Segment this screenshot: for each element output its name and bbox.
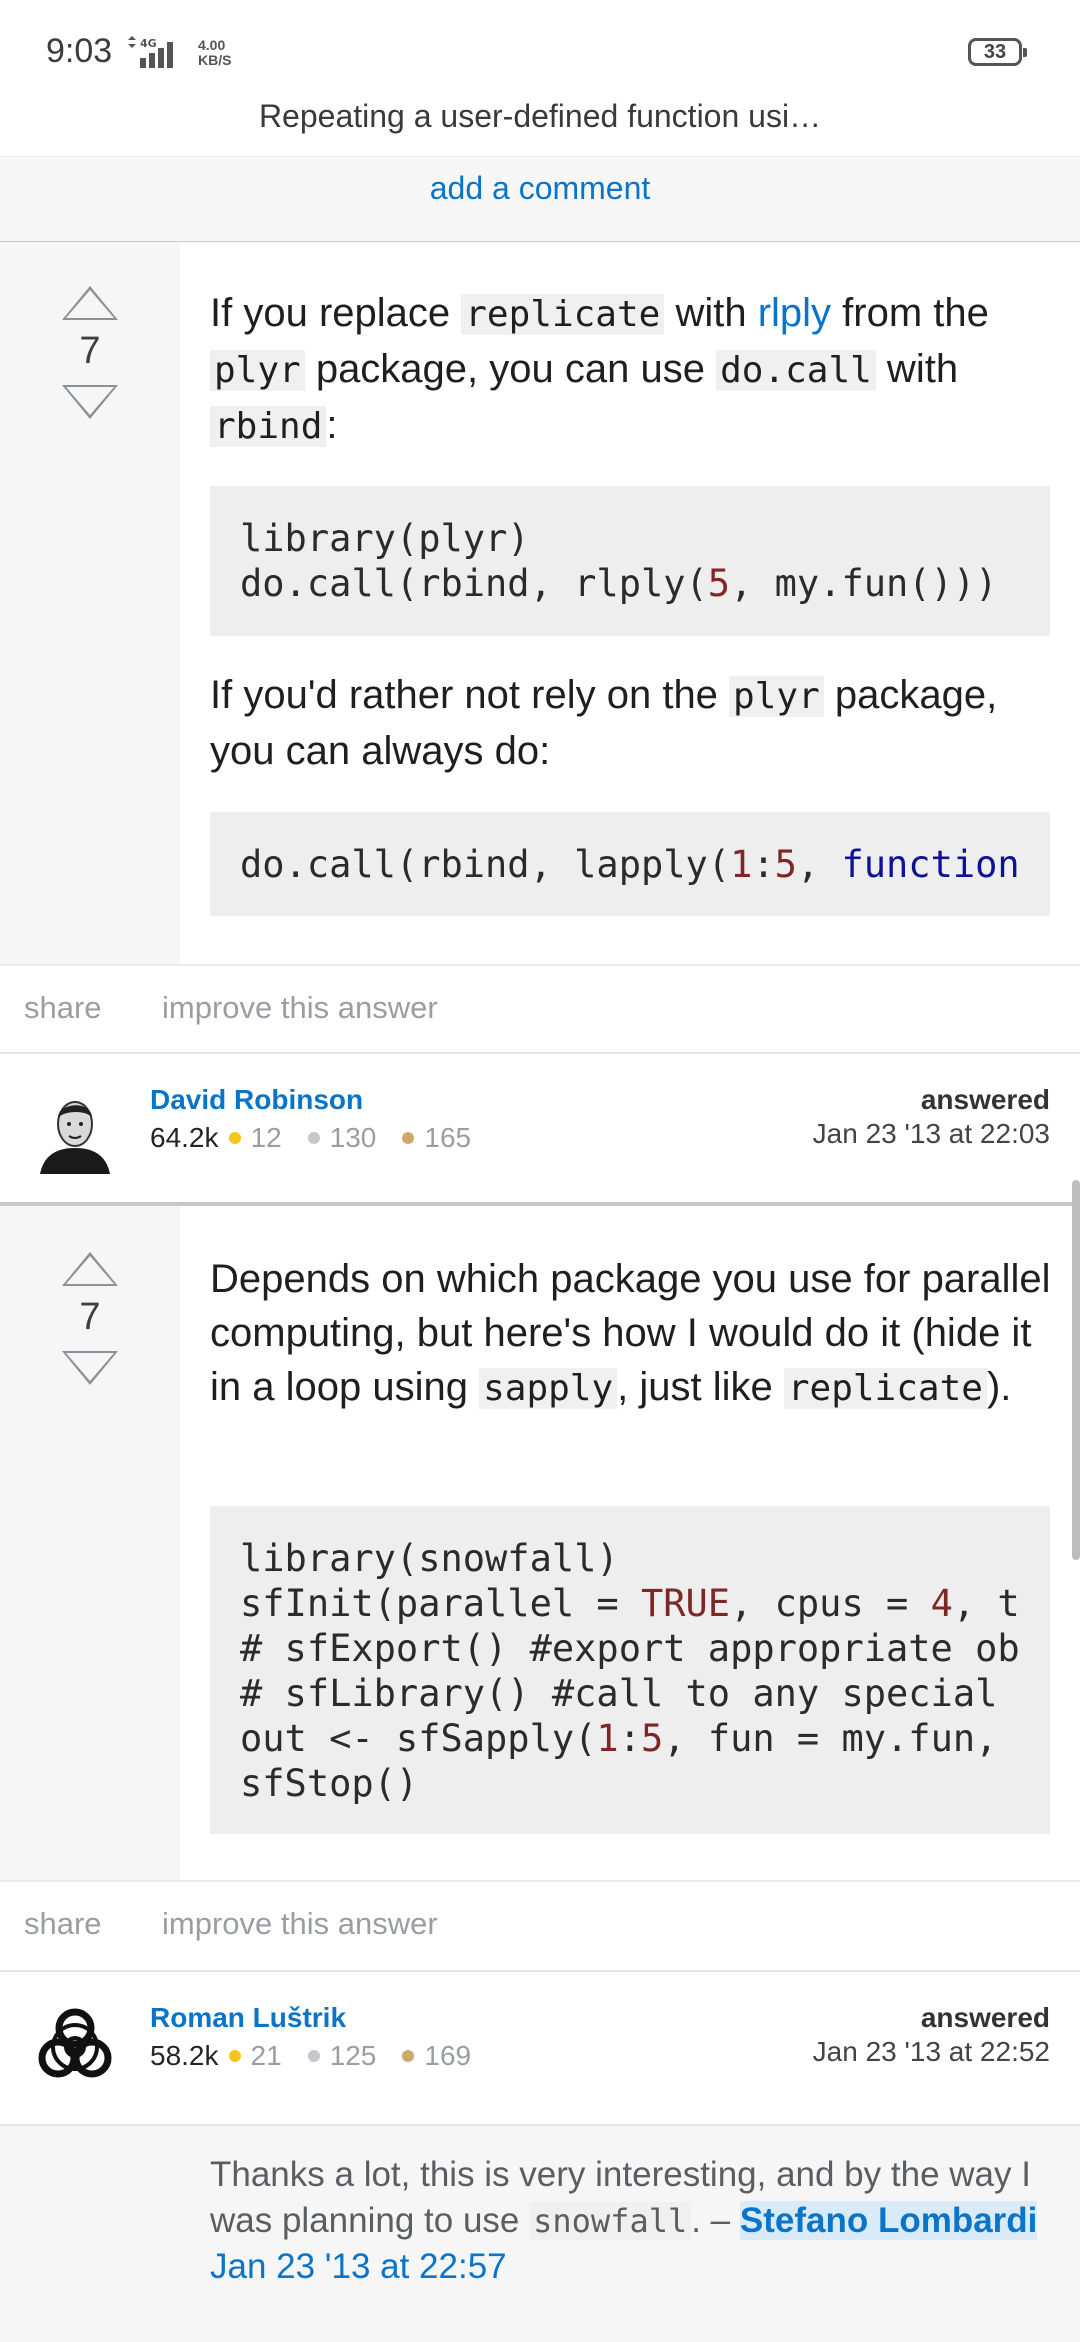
vote-count: 7 — [79, 330, 101, 372]
answer-actions: share improve this answer — [0, 1880, 1080, 1970]
user-name[interactable]: Roman Luštrik — [150, 2002, 346, 2034]
add-comment-link[interactable]: add a comment — [0, 170, 1080, 207]
downvote-icon[interactable] — [62, 385, 118, 419]
battery-icon: 33 — [968, 38, 1027, 66]
gold-badge-icon — [228, 1131, 241, 1144]
downvote-icon[interactable] — [62, 1351, 118, 1385]
user-reputation: 64.2k 12 130 165 — [150, 1122, 472, 1153]
improve-answer-link[interactable]: improve this answer — [162, 1906, 438, 1942]
answer-text: If you'd rather not rely on the plyr pac… — [210, 673, 998, 773]
improve-answer-link[interactable]: improve this answer — [162, 990, 438, 1026]
network-speed: 4.00 KB/S — [198, 37, 232, 68]
avatar[interactable] — [30, 1084, 120, 1174]
code-block: library(snowfall) sfInit(parallel = TRUE… — [210, 1506, 1050, 1834]
status-time: 9:03 — [46, 32, 113, 70]
answer-text: Depends on which package you use for par… — [210, 1257, 1051, 1409]
silver-badge-icon — [307, 2049, 320, 2062]
answered-label: answered — [920, 2002, 1050, 2033]
user-name[interactable]: David Robinson — [150, 1084, 363, 1116]
scrollbar[interactable] — [1072, 1180, 1080, 1560]
comment-author-link[interactable]: Stefano Lombardi — [739, 2201, 1038, 2240]
comment-date[interactable]: Jan 23 '13 at 22:57 — [210, 2247, 507, 2286]
avatar[interactable] — [30, 2002, 120, 2092]
code-block: library(plyr) do.call(rbind, rlply(5, my… — [210, 486, 1050, 636]
user-reputation: 58.2k 21 125 169 — [150, 2040, 472, 2071]
answer-text: If you replace replicate with rlply from… — [210, 291, 989, 447]
signal-icon: 4G — [128, 36, 173, 68]
answered-date: Jan 23 '13 at 22:52 — [812, 2036, 1050, 2067]
vote-controls: 7 — [62, 1252, 118, 1385]
answer-actions: share improve this answer — [0, 964, 1080, 1054]
bronze-badge-icon — [402, 1131, 415, 1144]
silver-badge-icon — [307, 1131, 320, 1144]
rlply-link[interactable]: rlply — [758, 291, 831, 335]
comment-item: Thanks a lot, this is very interesting, … — [210, 2155, 1038, 2286]
upvote-icon[interactable] — [62, 286, 118, 320]
page-title: Repeating a user-defined function usi… — [258, 98, 822, 134]
status-bar: 9:03 4G 4.00 KB/S 33 — [0, 0, 1080, 100]
upvote-icon[interactable] — [62, 1252, 118, 1286]
user-card: Roman Luštrik 58.2k 21 125 169 answered Jan… — [0, 1970, 1080, 2122]
svg-text:4G: 4G — [140, 37, 157, 50]
user-card: David Robinson 64.2k 12 130 165 answered Ja… — [0, 1052, 1080, 1204]
share-link[interactable]: share — [24, 1906, 102, 1942]
gold-badge-icon — [228, 2049, 241, 2062]
answered-date: Jan 23 '13 at 22:03 — [812, 1118, 1050, 1149]
vote-controls: 7 — [62, 286, 118, 419]
code-block: do.call(rbind, lapply(1:5, function — [210, 812, 1050, 916]
vote-count: 7 — [79, 1296, 101, 1338]
share-link[interactable]: share — [24, 990, 102, 1026]
bronze-badge-icon — [402, 2049, 415, 2062]
answered-label: answered — [920, 1084, 1050, 1115]
